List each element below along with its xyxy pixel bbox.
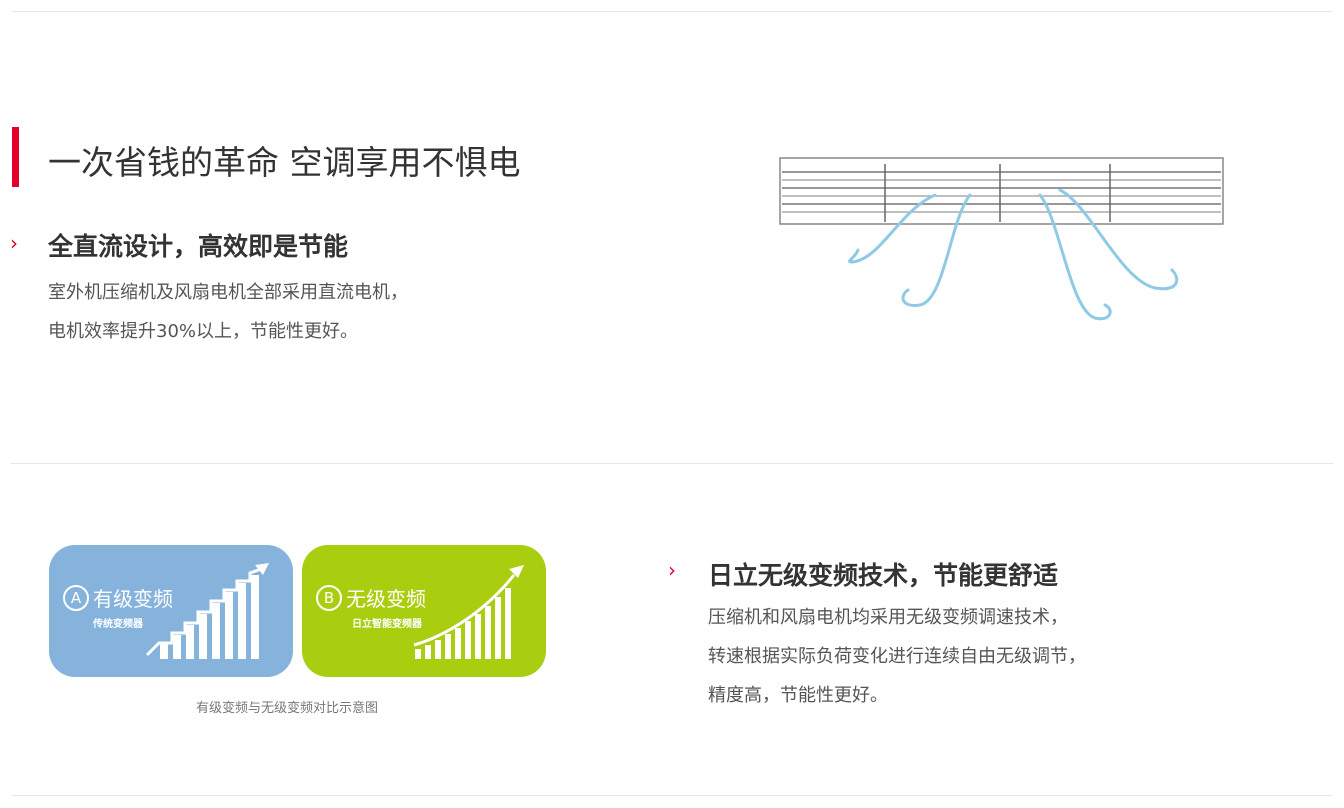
section-headline: 一次省钱的革命 空调享用不惧电 — [48, 143, 521, 182]
description-line: 转速根据实际负荷变化进行连续自由无级调节， — [708, 646, 1086, 667]
chevron-right-icon: › — [668, 558, 676, 582]
feature-description-stepless: 压缩机和风扇电机均采用无级变频调速技术， 转速根据实际负荷变化进行连续自由无级调… — [708, 598, 1086, 715]
card-title: B 无级变频 — [316, 583, 426, 612]
feature-title-dc: 全直流设计，高效即是节能 — [48, 232, 349, 261]
feature-description-dc: 室外机压缩机及风扇电机全部采用直流电机， 电机效率提升30%以上，节能性更好。 — [48, 273, 408, 351]
card-subtitle: 日立智能变频器 — [352, 619, 422, 630]
letter-b-badge: B — [316, 584, 342, 611]
card-stepless-inverter: B 无级变频 日立智能变频器 — [302, 545, 546, 677]
comparison-caption: 有级变频与无级变频对比示意图 — [196, 701, 379, 716]
top-divider — [11, 11, 1333, 12]
section-divider — [11, 463, 1333, 464]
bottom-divider — [11, 795, 1333, 796]
description-line: 室外机压缩机及风扇电机全部采用直流电机， — [48, 282, 408, 303]
air-conditioner-airflow-illustration — [779, 157, 1224, 321]
card-title: A 有级变频 — [63, 583, 173, 612]
headline-accent-bar — [12, 127, 19, 187]
card-title-text: 无级变频 — [346, 587, 426, 611]
ac-vent-grille — [779, 157, 1224, 225]
card-step-inverter: A 有级变频 传统变频器 — [49, 545, 293, 677]
description-line: 压缩机和风扇电机均采用无级变频调速技术， — [708, 607, 1068, 628]
card-subtitle: 传统变频器 — [93, 619, 143, 630]
airflow-curves — [848, 188, 1179, 321]
description-line: 精度高，节能性更好。 — [708, 685, 888, 706]
card-title-text: 有级变频 — [93, 587, 173, 611]
feature-title-stepless: 日立无级变频技术，节能更舒适 — [708, 561, 1059, 590]
letter-a-badge: A — [63, 584, 89, 611]
chevron-right-icon: › — [10, 231, 18, 255]
description-line: 电机效率提升30%以上，节能性更好。 — [48, 321, 359, 342]
